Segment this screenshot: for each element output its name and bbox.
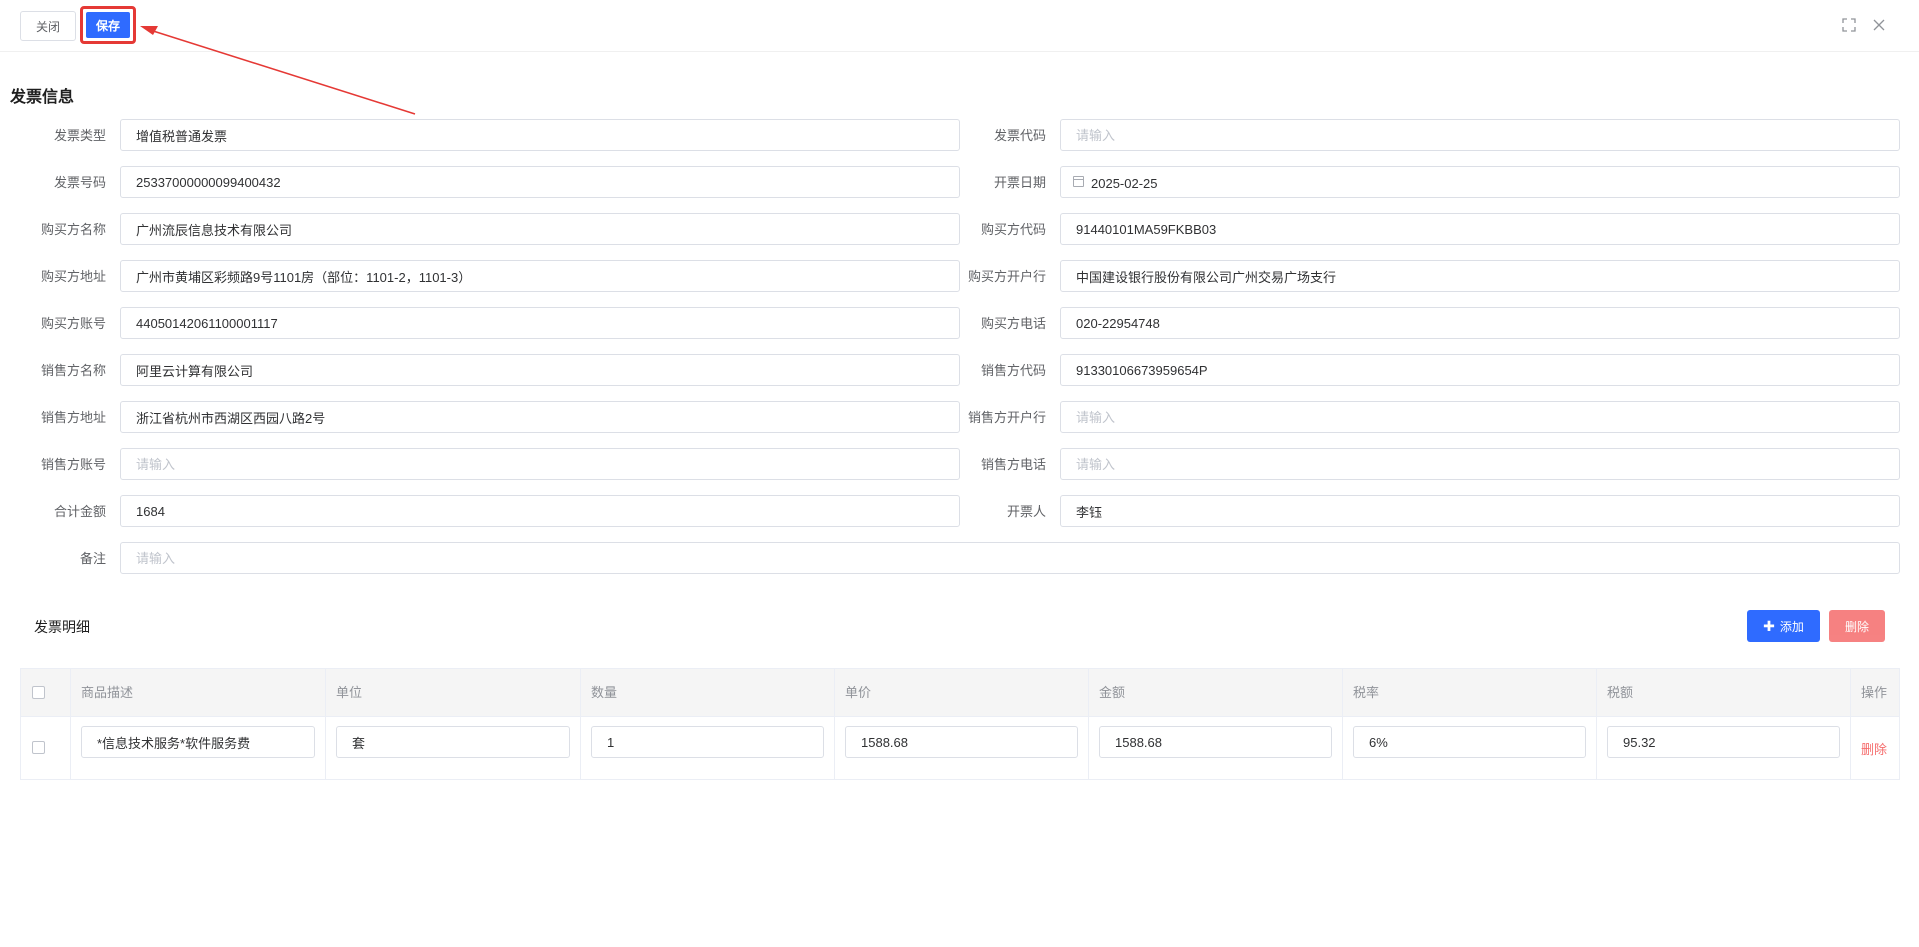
form-row: 发票类型 发票代码 — [0, 119, 1919, 153]
seller-address-input[interactable] — [120, 401, 960, 433]
seller-address-label: 销售方地址 — [40, 410, 106, 425]
detail-title: 发票明细 — [34, 619, 90, 635]
rate-cell — [1343, 717, 1597, 779]
buyer-address-label: 购买方地址 — [40, 269, 106, 284]
unit-input[interactable] — [336, 726, 570, 758]
action-cell: 删除 — [1851, 717, 1899, 779]
issue-date-input[interactable] — [1089, 167, 1393, 199]
buyer-phone-label: 购买方电话 — [980, 316, 1046, 331]
close-window-icon[interactable] — [1870, 16, 1888, 34]
form-row: 销售方账号 销售方电话 — [0, 448, 1919, 482]
column-header: 税率 — [1343, 669, 1597, 717]
plus-icon: ✚ — [1763, 617, 1775, 634]
tax-input[interactable] — [1607, 726, 1840, 758]
seller-code-input[interactable] — [1060, 354, 1900, 386]
remark-input[interactable] — [120, 542, 1900, 574]
detail-table: 商品描述 单位 数量 单价 金额 税率 税额 操作 *信息技术服务*软件服务费 … — [20, 668, 1900, 780]
form-row: 销售方名称 销售方代码 — [0, 354, 1919, 388]
seller-phone-input[interactable] — [1060, 448, 1900, 480]
top-toolbar: 关闭 保存 — [0, 0, 1919, 52]
buyer-phone-input[interactable] — [1060, 307, 1900, 339]
column-header: 税额 — [1597, 669, 1851, 717]
seller-code-label: 销售方代码 — [980, 363, 1046, 378]
drawer-input[interactable] — [1060, 495, 1900, 527]
form-row: 合计金额 开票人 — [0, 495, 1919, 529]
buyer-bank-label: 购买方开户行 — [967, 269, 1046, 284]
seller-bank-input[interactable] — [1060, 401, 1900, 433]
amount-input[interactable] — [1099, 726, 1332, 758]
invoice-number-input[interactable] — [120, 166, 960, 198]
fullscreen-icon[interactable] — [1840, 16, 1858, 34]
column-header: 商品描述 — [71, 669, 326, 717]
buyer-code-label: 购买方代码 — [980, 222, 1046, 237]
buyer-account-label: 购买方账号 — [40, 316, 106, 331]
close-button[interactable]: 关闭 — [20, 11, 76, 41]
select-all-checkbox[interactable] — [32, 686, 45, 699]
row-select-cell — [21, 717, 71, 779]
issue-date-picker[interactable] — [1060, 166, 1900, 199]
buyer-name-input[interactable] — [120, 213, 960, 245]
invoice-type-input[interactable] — [120, 119, 960, 151]
buyer-bank-input[interactable] — [1060, 260, 1900, 292]
calendar-icon — [1073, 176, 1084, 187]
qty-input[interactable] — [591, 726, 824, 758]
buyer-address-input[interactable] — [120, 260, 960, 292]
column-header: 金额 — [1089, 669, 1343, 717]
tax-cell — [1597, 717, 1851, 779]
form-row: 购买方名称 购买方代码 — [0, 213, 1919, 247]
select-all-cell — [21, 669, 71, 717]
desc-input[interactable] — [81, 726, 315, 758]
price-input[interactable] — [845, 726, 1078, 758]
invoice-number-label: 发票号码 — [53, 175, 106, 190]
invoice-code-input[interactable] — [1060, 119, 1900, 151]
seller-name-label: 销售方名称 — [40, 363, 106, 378]
form-row: 备注 — [0, 542, 1919, 576]
section-title: 发票信息 — [10, 89, 75, 106]
buyer-code-input[interactable] — [1060, 213, 1900, 245]
save-button[interactable]: 保存 — [86, 12, 130, 38]
table-row: 删除 — [21, 717, 1899, 779]
issue-date-label: 开票日期 — [993, 175, 1046, 190]
seller-name-input[interactable] — [120, 354, 960, 386]
row-checkbox[interactable] — [32, 741, 45, 754]
desc-cell — [71, 717, 326, 779]
rate-input[interactable] — [1353, 726, 1586, 758]
save-button-highlight: 保存 — [80, 6, 136, 44]
column-header: 单价 — [835, 669, 1089, 717]
delete-button[interactable]: 删除 — [1829, 610, 1885, 642]
table-header: 商品描述 单位 数量 单价 金额 税率 税额 操作 — [21, 669, 1899, 717]
seller-account-input[interactable] — [120, 448, 960, 480]
form-row: 购买方账号 购买方电话 — [0, 307, 1919, 341]
buyer-account-input[interactable] — [120, 307, 960, 339]
form-row: 销售方地址 销售方开户行 — [0, 401, 1919, 435]
column-header: 操作 — [1861, 685, 1888, 700]
buyer-name-label: 购买方名称 — [40, 222, 106, 237]
invoice-type-label: 发票类型 — [53, 128, 106, 143]
row-delete-link[interactable]: 删除 — [1861, 739, 1887, 758]
total-amount-input[interactable] — [120, 495, 960, 527]
qty-cell — [581, 717, 835, 779]
form-row: 发票号码 开票日期 — [0, 166, 1919, 200]
remark-label: 备注 — [79, 551, 106, 566]
seller-account-label: 销售方账号 — [40, 457, 106, 472]
seller-phone-label: 销售方电话 — [980, 457, 1046, 472]
column-header: 数量 — [581, 669, 835, 717]
add-button[interactable]: ✚ 添加 — [1747, 610, 1820, 642]
form-row: 购买方地址 购买方开户行 — [0, 260, 1919, 294]
total-amount-label: 合计金额 — [53, 504, 106, 519]
add-button-label: 添加 — [1779, 619, 1804, 634]
seller-bank-label: 销售方开户行 — [967, 410, 1046, 425]
amount-cell — [1089, 717, 1343, 779]
invoice-code-label: 发票代码 — [993, 128, 1046, 143]
unit-cell — [326, 717, 581, 779]
price-cell — [835, 717, 1089, 779]
column-header: 单位 — [326, 669, 581, 717]
drawer-label: 开票人 — [1006, 504, 1046, 519]
